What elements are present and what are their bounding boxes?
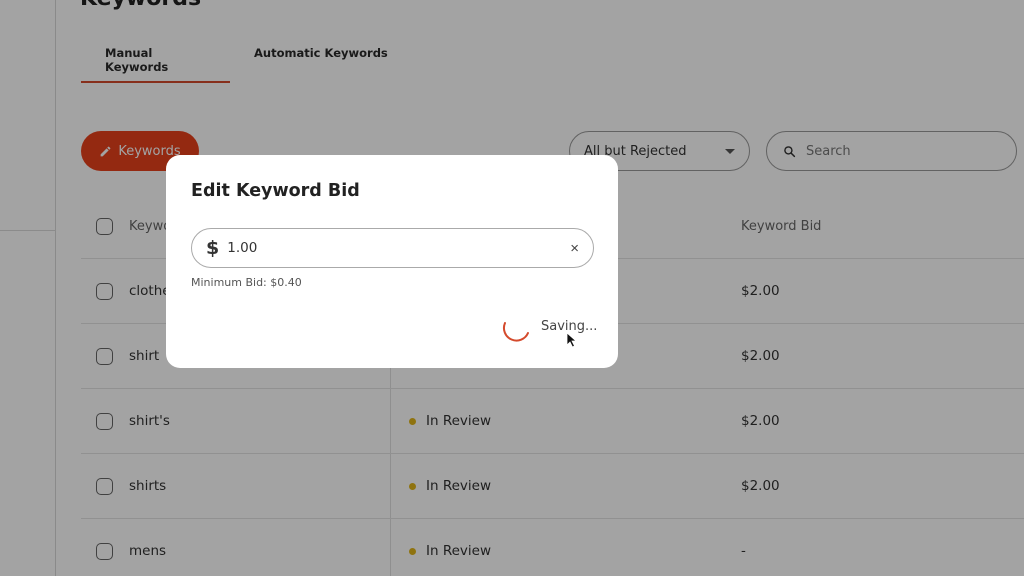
dialog-title: Edit Keyword Bid: [191, 181, 360, 201]
edit-keyword-bid-dialog: Edit Keyword Bid $ × Minimum Bid: $0.40 …: [166, 155, 618, 368]
mouse-cursor-icon: [566, 332, 578, 348]
bid-amount-field[interactable]: $ ×: [191, 228, 594, 268]
loading-spinner-icon: [502, 322, 529, 342]
clear-icon[interactable]: ×: [570, 240, 579, 257]
dollar-icon: $: [206, 237, 220, 259]
bid-amount-input[interactable]: [227, 240, 571, 256]
minimum-bid-hint: Minimum Bid: $0.40: [191, 276, 302, 289]
